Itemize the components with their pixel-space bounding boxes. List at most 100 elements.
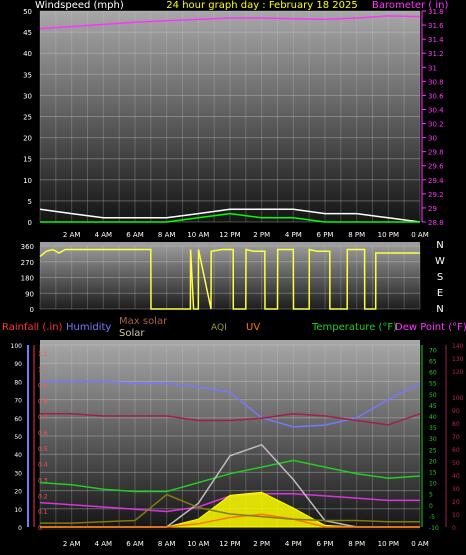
windspeed-axis-title: Windspeed (mph) xyxy=(35,0,124,11)
time-tick-label: 8 PM xyxy=(348,540,365,548)
rainfall-tick-label: 0 xyxy=(38,525,42,532)
temperature-tick-label: 35 xyxy=(429,425,437,432)
barometer-tick-label: 30.8 xyxy=(428,78,444,86)
windspeed-tick-label: 10 xyxy=(23,177,32,185)
compass-label: E xyxy=(437,288,443,299)
time-tick-label: 10 AM xyxy=(187,231,209,239)
barometer-tick-label: 30.4 xyxy=(428,106,444,114)
windspeed-tick-label: 25 xyxy=(23,114,32,122)
time-tick-label: 2 PM xyxy=(253,540,270,548)
temperature-tick-label: 15 xyxy=(429,470,437,477)
humidity-tick-label: 30 xyxy=(14,470,22,477)
aqi-tick-label: 60 xyxy=(452,447,460,454)
temperature-tick-label: 45 xyxy=(429,403,437,410)
humidity-tick-label: 40 xyxy=(14,452,22,459)
humidity-tick-label: 80 xyxy=(14,379,22,386)
barometer-tick-label: 29 xyxy=(428,205,437,213)
legend-solar: Solar xyxy=(119,328,145,339)
aqi-tick-label: 120 xyxy=(452,369,464,376)
humidity-tick-label: 50 xyxy=(14,434,22,441)
temperature-tick-label: 0 xyxy=(429,503,433,510)
aqi-tick-label: 30 xyxy=(452,486,460,493)
compass-label: W xyxy=(435,256,445,267)
time-tick-label: 6 AM xyxy=(126,540,144,548)
rainfall-tick-label: 0.7 xyxy=(38,414,48,421)
aqi-tick-label: 40 xyxy=(452,473,460,480)
barometer-tick-label: 30.6 xyxy=(428,92,444,100)
aqi-tick-label: 20 xyxy=(452,499,460,506)
windspeed-axis: 0 5 10 15 20 25 30 35 40 45 50 xyxy=(23,8,32,227)
temperature-tick-label: 65 xyxy=(429,359,437,366)
aqi-tick-label: 90 xyxy=(452,408,460,415)
time-tick-label: 10 PM xyxy=(378,540,399,548)
conditions-time-axis: 2 AM 4 AM 6 AM 8 AM 10 AM 12 PM 2 PM 4 PM 6 PM 8 … xyxy=(63,540,429,548)
time-tick-label: 8 PM xyxy=(348,231,365,239)
windspeed-tick-label: 20 xyxy=(23,135,32,143)
graph-canvas: Windspeed (mph) 24 hour graph day : Febr… xyxy=(2,0,466,548)
direction-axis: 0 90 180 270 360 xyxy=(21,243,34,314)
temperature-tick-label: 30 xyxy=(429,436,437,443)
time-tick-label: 0 AM xyxy=(411,540,429,548)
time-tick-label: 0 AM xyxy=(411,231,429,239)
time-tick-label: 6 AM xyxy=(126,231,144,239)
windspeed-tick-label: 50 xyxy=(23,8,32,16)
direction-tick-label: 180 xyxy=(21,275,34,283)
wind-time-axis: 2 AM 4 AM 6 AM 8 AM 10 AM 12 PM 2 PM 4 PM 6 PM 8 … xyxy=(63,231,429,239)
time-tick-label: 4 AM xyxy=(95,231,113,239)
legend-temperature: Temperature (°F) xyxy=(311,322,397,333)
barometer-tick-label: 29.6 xyxy=(428,163,444,171)
aqi-tick-label: 100 xyxy=(452,395,464,402)
temperature-tick-label: 55 xyxy=(429,381,437,388)
rainfall-tick-label: 0.6 xyxy=(38,430,48,437)
windspeed-tick-label: 35 xyxy=(23,71,32,79)
time-tick-label: 12 PM xyxy=(219,231,240,239)
temperature-tick-label: 20 xyxy=(429,458,437,465)
humidity-tick-label: 20 xyxy=(14,489,22,496)
aqi-tick-label: 80 xyxy=(452,421,460,428)
temperature-tick-label: 10 xyxy=(429,481,437,488)
aqi-tick-label: 0 xyxy=(452,525,456,532)
windspeed-tick-label: 0 xyxy=(28,219,32,227)
windspeed-tick-label: 15 xyxy=(23,156,32,164)
barometer-tick-label: 30 xyxy=(428,135,437,143)
direction-tick-label: 360 xyxy=(21,243,34,251)
weather-graph: Windspeed (mph) 24 hour graph day : Febr… xyxy=(0,0,466,555)
time-tick-label: 10 AM xyxy=(187,540,209,548)
barometer-tick-label: 31.4 xyxy=(428,36,444,44)
barometer-axis: 28.8 29 29.2 29.4 29.6 29.8 30 30.2 30.4 30.6 30.8… xyxy=(421,8,444,227)
windspeed-tick-label: 30 xyxy=(23,92,32,100)
temperature-tick-label: 5 xyxy=(429,492,433,499)
direction-tick-label: 90 xyxy=(25,290,34,298)
time-tick-label: 8 AM xyxy=(158,231,176,239)
direction-tick-label: 0 xyxy=(30,306,34,314)
aqi-tick-label: 140 xyxy=(452,343,464,350)
time-tick-label: 2 AM xyxy=(63,231,81,239)
time-tick-label: 6 PM xyxy=(317,231,334,239)
humidity-tick-label: 90 xyxy=(14,361,22,368)
legend-max-solar: Max solar xyxy=(119,316,168,327)
windspeed-tick-label: 40 xyxy=(23,50,32,58)
barometer-tick-label: 29.2 xyxy=(428,191,444,199)
aqi-tick-label: 130 xyxy=(452,356,464,363)
aqi-tick-label: 50 xyxy=(452,460,460,467)
barometer-tick-label: 29.8 xyxy=(428,149,444,157)
time-tick-label: 10 PM xyxy=(378,231,399,239)
time-tick-label: 4 PM xyxy=(285,540,302,548)
rainfall-tick-label: 0.4 xyxy=(38,462,48,469)
barometer-tick-label: 31.2 xyxy=(428,50,444,58)
temperature-tick-label: -5 xyxy=(429,514,435,521)
legend-dew-point: Dew Point (°F) xyxy=(395,322,466,333)
barometer-tick-label: 30.2 xyxy=(428,121,444,129)
temperature-tick-label: 70 xyxy=(429,347,437,354)
time-tick-label: 6 PM xyxy=(317,540,334,548)
barometer-tick-label: 31 xyxy=(428,64,437,72)
compass-labels: NWSEN xyxy=(435,240,445,315)
rainfall-tick-label: 0.5 xyxy=(38,446,48,453)
rainfall-tick-label: 0.8 xyxy=(38,398,48,405)
time-tick-label: 2 AM xyxy=(63,540,81,548)
time-tick-label: 8 AM xyxy=(158,540,176,548)
direction-tick-label: 270 xyxy=(21,259,34,267)
humidity-tick-label: 10 xyxy=(14,507,22,514)
temperature-tick-label: 60 xyxy=(429,370,437,377)
rainfall-tick-label: 0.2 xyxy=(38,493,48,500)
